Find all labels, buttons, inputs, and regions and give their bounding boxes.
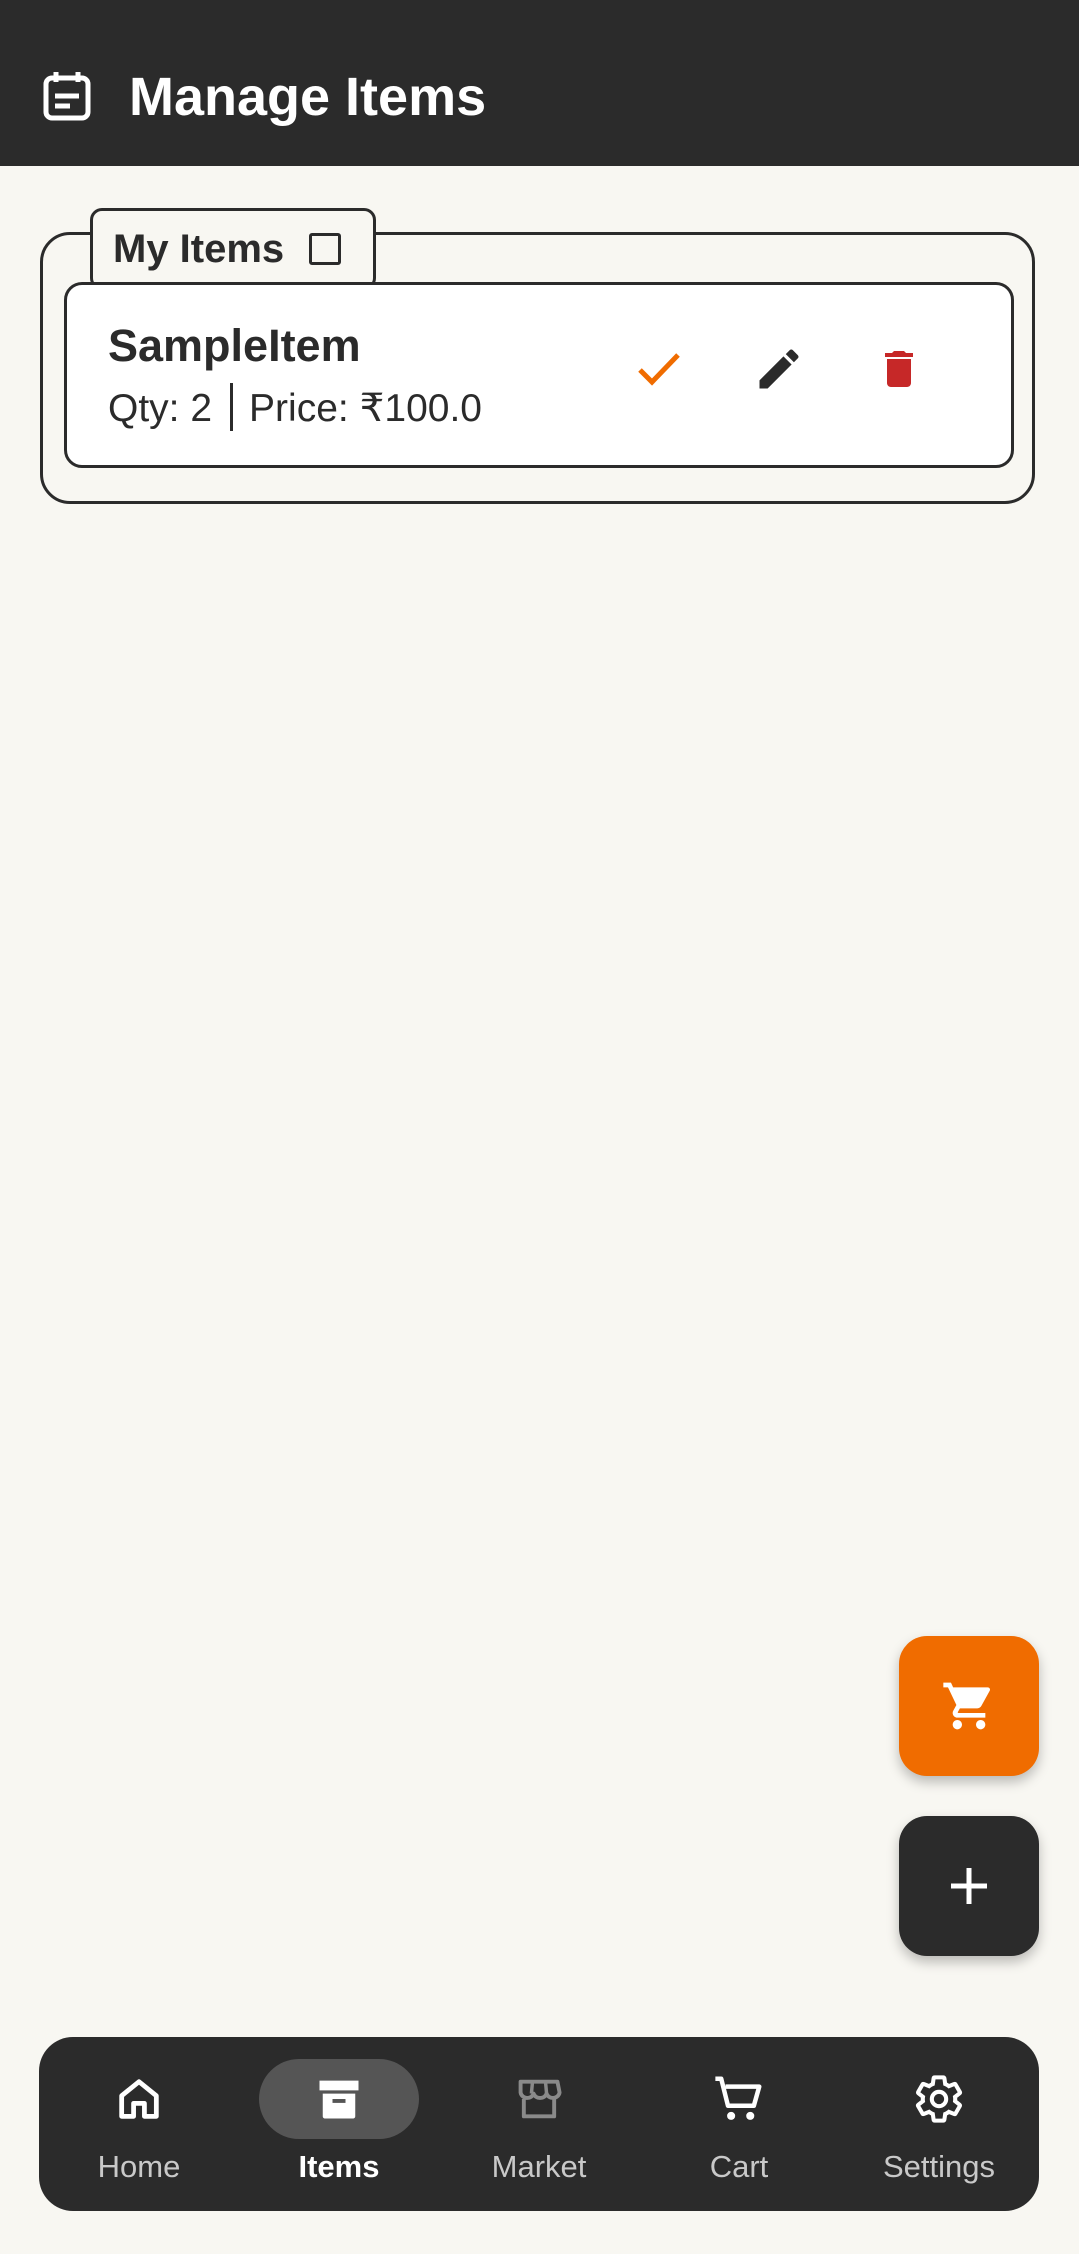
cart-icon (943, 1682, 991, 1730)
mark-done-button[interactable] (627, 337, 691, 401)
home-icon (119, 2079, 159, 2119)
nav-label-home: Home (97, 2149, 181, 2184)
list-item[interactable]: SampleItem Qty: 2 Price: ₹100.0 (64, 282, 1014, 468)
nav-pill (459, 2059, 619, 2139)
nav-item-home[interactable]: Home (39, 2037, 239, 2211)
select-all-checkbox[interactable] (309, 233, 341, 265)
group-label: My Items (113, 227, 285, 271)
nav-item-settings[interactable]: Settings (839, 2037, 1039, 2211)
nav-item-cart[interactable]: Cart (639, 2037, 839, 2211)
nav-label-items: Items (298, 2149, 380, 2184)
item-qty: Qty: 2 (108, 387, 213, 430)
bottom-navigation: Home Items Market Cart Settings (39, 2037, 1039, 2211)
divider (230, 383, 234, 431)
cart-icon (715, 2076, 762, 2120)
pencil-icon (759, 349, 799, 389)
plus-icon (951, 1868, 987, 1904)
calendar-icon (43, 72, 91, 121)
storefront-icon (518, 2079, 562, 2119)
app-bar: Manage Items (0, 0, 1079, 166)
check-icon (638, 353, 680, 386)
trash-icon (885, 351, 913, 387)
add-item-button[interactable] (899, 1816, 1039, 1956)
cart-fab-button[interactable] (899, 1636, 1039, 1776)
nav-label-market: Market (491, 2149, 587, 2184)
nav-pill (859, 2059, 1019, 2139)
nav-item-items[interactable]: Items (239, 2037, 439, 2211)
gear-icon (915, 2075, 963, 2123)
item-price: Price: ₹100.0 (249, 387, 482, 430)
nav-label-cart: Cart (709, 2149, 769, 2184)
nav-pill-active (259, 2059, 419, 2139)
group-header: My Items (90, 208, 376, 290)
delete-button[interactable] (867, 337, 931, 401)
item-details: Qty: 2 Price: ₹100.0 (108, 383, 482, 434)
page-title: Manage Items (129, 67, 487, 127)
item-name: SampleItem (108, 320, 361, 371)
nav-label-settings: Settings (882, 2149, 995, 2184)
archive-icon (319, 2080, 359, 2119)
nav-item-market[interactable]: Market (439, 2037, 639, 2211)
nav-pill (659, 2059, 819, 2139)
nav-pill (59, 2059, 219, 2139)
edit-button[interactable] (747, 337, 811, 401)
